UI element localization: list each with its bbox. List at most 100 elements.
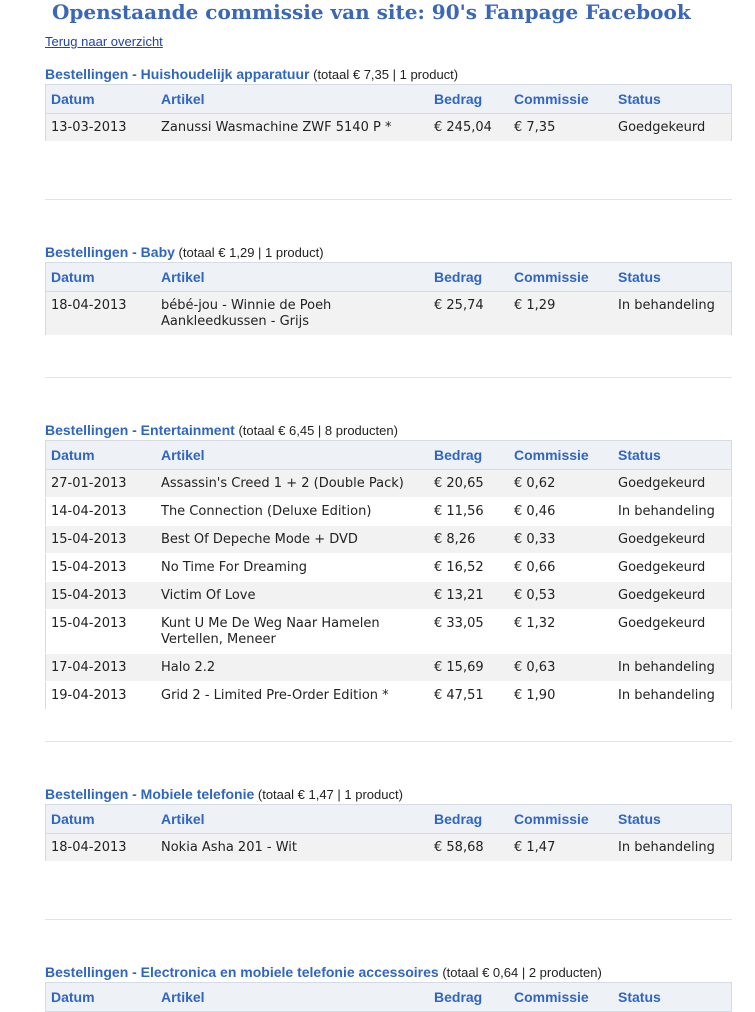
order-date: 15-04-2013 (45, 609, 156, 654)
header-row: Datum Artikel Bedrag Commissie Status (45, 804, 732, 834)
order-status: Goedgekeurd (613, 581, 732, 610)
order-date: 27-01-2013 (45, 469, 156, 498)
orders-table-header: Datum Artikel Bedrag Commissie Status (45, 440, 732, 470)
order-article: Assassin's Creed 1 + 2 (Double Pack) (156, 469, 429, 498)
order-amount: € 11,56 (429, 497, 509, 526)
orders-table-body: 13-03-2013 Zanussi Wasmachine ZWF 5140 P … (45, 113, 732, 142)
header-row: Datum Artikel Bedrag Commissie Status (45, 262, 732, 292)
order-amount: € 47,51 (429, 681, 509, 710)
column-header-amount: Bedrag (429, 440, 509, 470)
column-header-commission: Commissie (509, 440, 613, 470)
order-amount: € 245,04 (429, 113, 509, 142)
order-article: The Connection (Deluxe Edition) (156, 497, 429, 526)
column-header-commission: Commissie (509, 84, 613, 114)
order-commission: € 1,32 (509, 609, 613, 654)
order-status: Goedgekeurd (613, 469, 732, 498)
column-header-article: Artikel (156, 440, 429, 470)
order-date: 17-04-2013 (45, 653, 156, 682)
orders-table-header: Datum Artikel Bedrag Commissie Status (45, 262, 732, 292)
order-amount: € 15,69 (429, 653, 509, 682)
column-header-amount: Bedrag (429, 804, 509, 834)
order-status: Goedgekeurd (613, 525, 732, 554)
orders-table-header: Datum Artikel Bedrag Commissie Status (45, 982, 732, 1012)
order-article: No Time For Dreaming (156, 553, 429, 582)
order-commission: € 1,29 (509, 291, 613, 336)
orders-table: Datum Artikel Bedrag Commissie Status 27-01-2… (45, 440, 732, 710)
table-row: 13-03-2013 Zanussi Wasmachine ZWF 5140 P … (45, 113, 732, 142)
section-summary: (totaal € 6,45 | 8 producten) (238, 423, 398, 438)
section-summary: (totaal € 0,64 | 2 producten) (442, 965, 602, 980)
section-title-link[interactable]: Bestellingen - Baby (45, 244, 175, 260)
section-divider (45, 741, 732, 742)
order-amount: € 33,05 (429, 609, 509, 654)
orders-table-body: 27-01-2013 Assassin's Creed 1 + 2 (Double… (45, 469, 732, 710)
section-title-link[interactable]: Bestellingen - Entertainment (45, 422, 235, 438)
section-heading: Bestellingen - Baby (totaal € 1,29 | 1 p… (45, 242, 732, 262)
section-title-link[interactable]: Bestellingen - Electronica en mobiele te… (45, 964, 439, 980)
order-commission: € 0,33 (509, 525, 613, 554)
column-header-status: Status (613, 804, 732, 834)
column-header-date: Datum (45, 804, 156, 834)
order-status: In behandeling (613, 497, 732, 526)
section-heading: Bestellingen - Electronica en mobiele te… (45, 962, 732, 982)
column-header-status: Status (613, 440, 732, 470)
section-heading: Bestellingen - Huishoudelijk apparatuur … (45, 64, 732, 84)
column-header-date: Datum (45, 262, 156, 292)
column-header-commission: Commissie (509, 982, 613, 1012)
orders-table-body: 18-04-2013 Nokia Asha 201 - Wit € 58,68 € 1… (45, 833, 732, 862)
table-row: 17-04-2013 Halo 2.2 € 15,69 € 0,63 In behand… (45, 653, 732, 682)
orders-table-header: Datum Artikel Bedrag Commissie Status (45, 804, 732, 834)
column-header-amount: Bedrag (429, 262, 509, 292)
section-divider (45, 919, 732, 920)
order-article: Kunt U Me De Weg Naar Hamelen Vertellen,… (156, 609, 429, 654)
order-amount: € 16,52 (429, 553, 509, 582)
section-summary: (totaal € 7,35 | 1 product) (313, 67, 459, 82)
order-commission: € 1,90 (509, 681, 613, 710)
column-header-amount: Bedrag (429, 84, 509, 114)
column-header-date: Datum (45, 982, 156, 1012)
table-row: 27-01-2013 Assassin's Creed 1 + 2 (Double… (45, 469, 732, 498)
column-header-commission: Commissie (509, 262, 613, 292)
column-header-amount: Bedrag (429, 982, 509, 1012)
section-title-link[interactable]: Bestellingen - Huishoudelijk apparatuur (45, 66, 309, 82)
column-header-status: Status (613, 982, 732, 1012)
table-row: 18-04-2013 bébé-jou - Winnie de Poeh Aank… (45, 291, 732, 336)
order-amount: € 20,65 (429, 469, 509, 498)
order-section: Bestellingen - Electronica en mobiele te… (45, 962, 732, 1012)
order-amount: € 8,26 (429, 525, 509, 554)
section-title-link[interactable]: Bestellingen - Mobiele telefonie (45, 786, 254, 802)
order-date: 15-04-2013 (45, 525, 156, 554)
order-article: Best Of Depeche Mode + DVD (156, 525, 429, 554)
table-row: 15-04-2013 Best Of Depeche Mode + DVD € 8,… (45, 525, 732, 554)
order-status: In behandeling (613, 653, 732, 682)
order-commission: € 0,63 (509, 653, 613, 682)
orders-table: Datum Artikel Bedrag Commissie Status 18-04-2… (45, 262, 732, 336)
order-date: 15-04-2013 (45, 581, 156, 610)
order-commission: € 0,66 (509, 553, 613, 582)
order-date: 15-04-2013 (45, 553, 156, 582)
back-to-overview-link[interactable]: Terug naar overzicht (45, 34, 163, 49)
order-status: In behandeling (613, 291, 732, 336)
table-row: 15-04-2013 Victim Of Love € 13,21 € 0,53 Goe… (45, 581, 732, 610)
order-amount: € 58,68 (429, 833, 509, 862)
orders-table: Datum Artikel Bedrag Commissie Status 13-03-2… (45, 84, 732, 142)
order-article: Zanussi Wasmachine ZWF 5140 P * (156, 113, 429, 142)
column-header-status: Status (613, 84, 732, 114)
order-commission: € 0,53 (509, 581, 613, 610)
table-row: 15-04-2013 Kunt U Me De Weg Naar Hamelen … (45, 609, 732, 654)
order-date: 14-04-2013 (45, 497, 156, 526)
order-article: Victim Of Love (156, 581, 429, 610)
order-article: bébé-jou - Winnie de Poeh Aankleedkussen… (156, 291, 429, 336)
order-amount: € 13,21 (429, 581, 509, 610)
order-commission: € 7,35 (509, 113, 613, 142)
order-amount: € 25,74 (429, 291, 509, 336)
order-section: Bestellingen - Entertainment (totaal € 6… (45, 420, 732, 710)
column-header-date: Datum (45, 84, 156, 114)
order-status: Goedgekeurd (613, 113, 732, 142)
order-commission: € 1,47 (509, 833, 613, 862)
order-status: Goedgekeurd (613, 609, 732, 654)
order-section: Bestellingen - Baby (totaal € 1,29 | 1 p… (45, 242, 732, 336)
section-summary: (totaal € 1,29 | 1 product) (178, 245, 324, 260)
order-section: Bestellingen - Huishoudelijk apparatuur … (45, 64, 732, 142)
column-header-article: Artikel (156, 804, 429, 834)
